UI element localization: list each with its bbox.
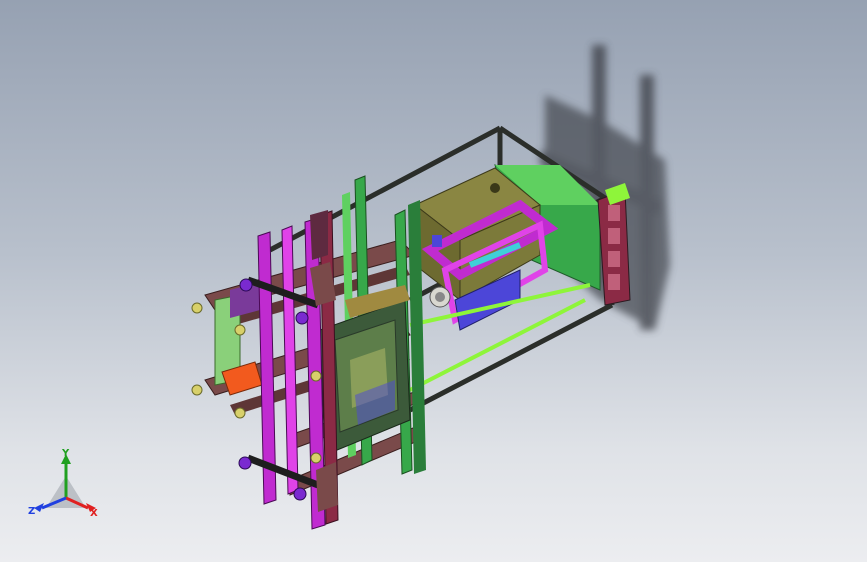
coordinate-triad[interactable]: Y X Z xyxy=(28,448,104,524)
assembly-model[interactable] xyxy=(0,0,867,562)
z-axis-label: Z xyxy=(28,506,35,517)
x-axis-label: X xyxy=(90,508,98,519)
3d-model-viewport[interactable]: Y X Z xyxy=(0,0,867,562)
y-axis-label: Y xyxy=(61,448,70,459)
